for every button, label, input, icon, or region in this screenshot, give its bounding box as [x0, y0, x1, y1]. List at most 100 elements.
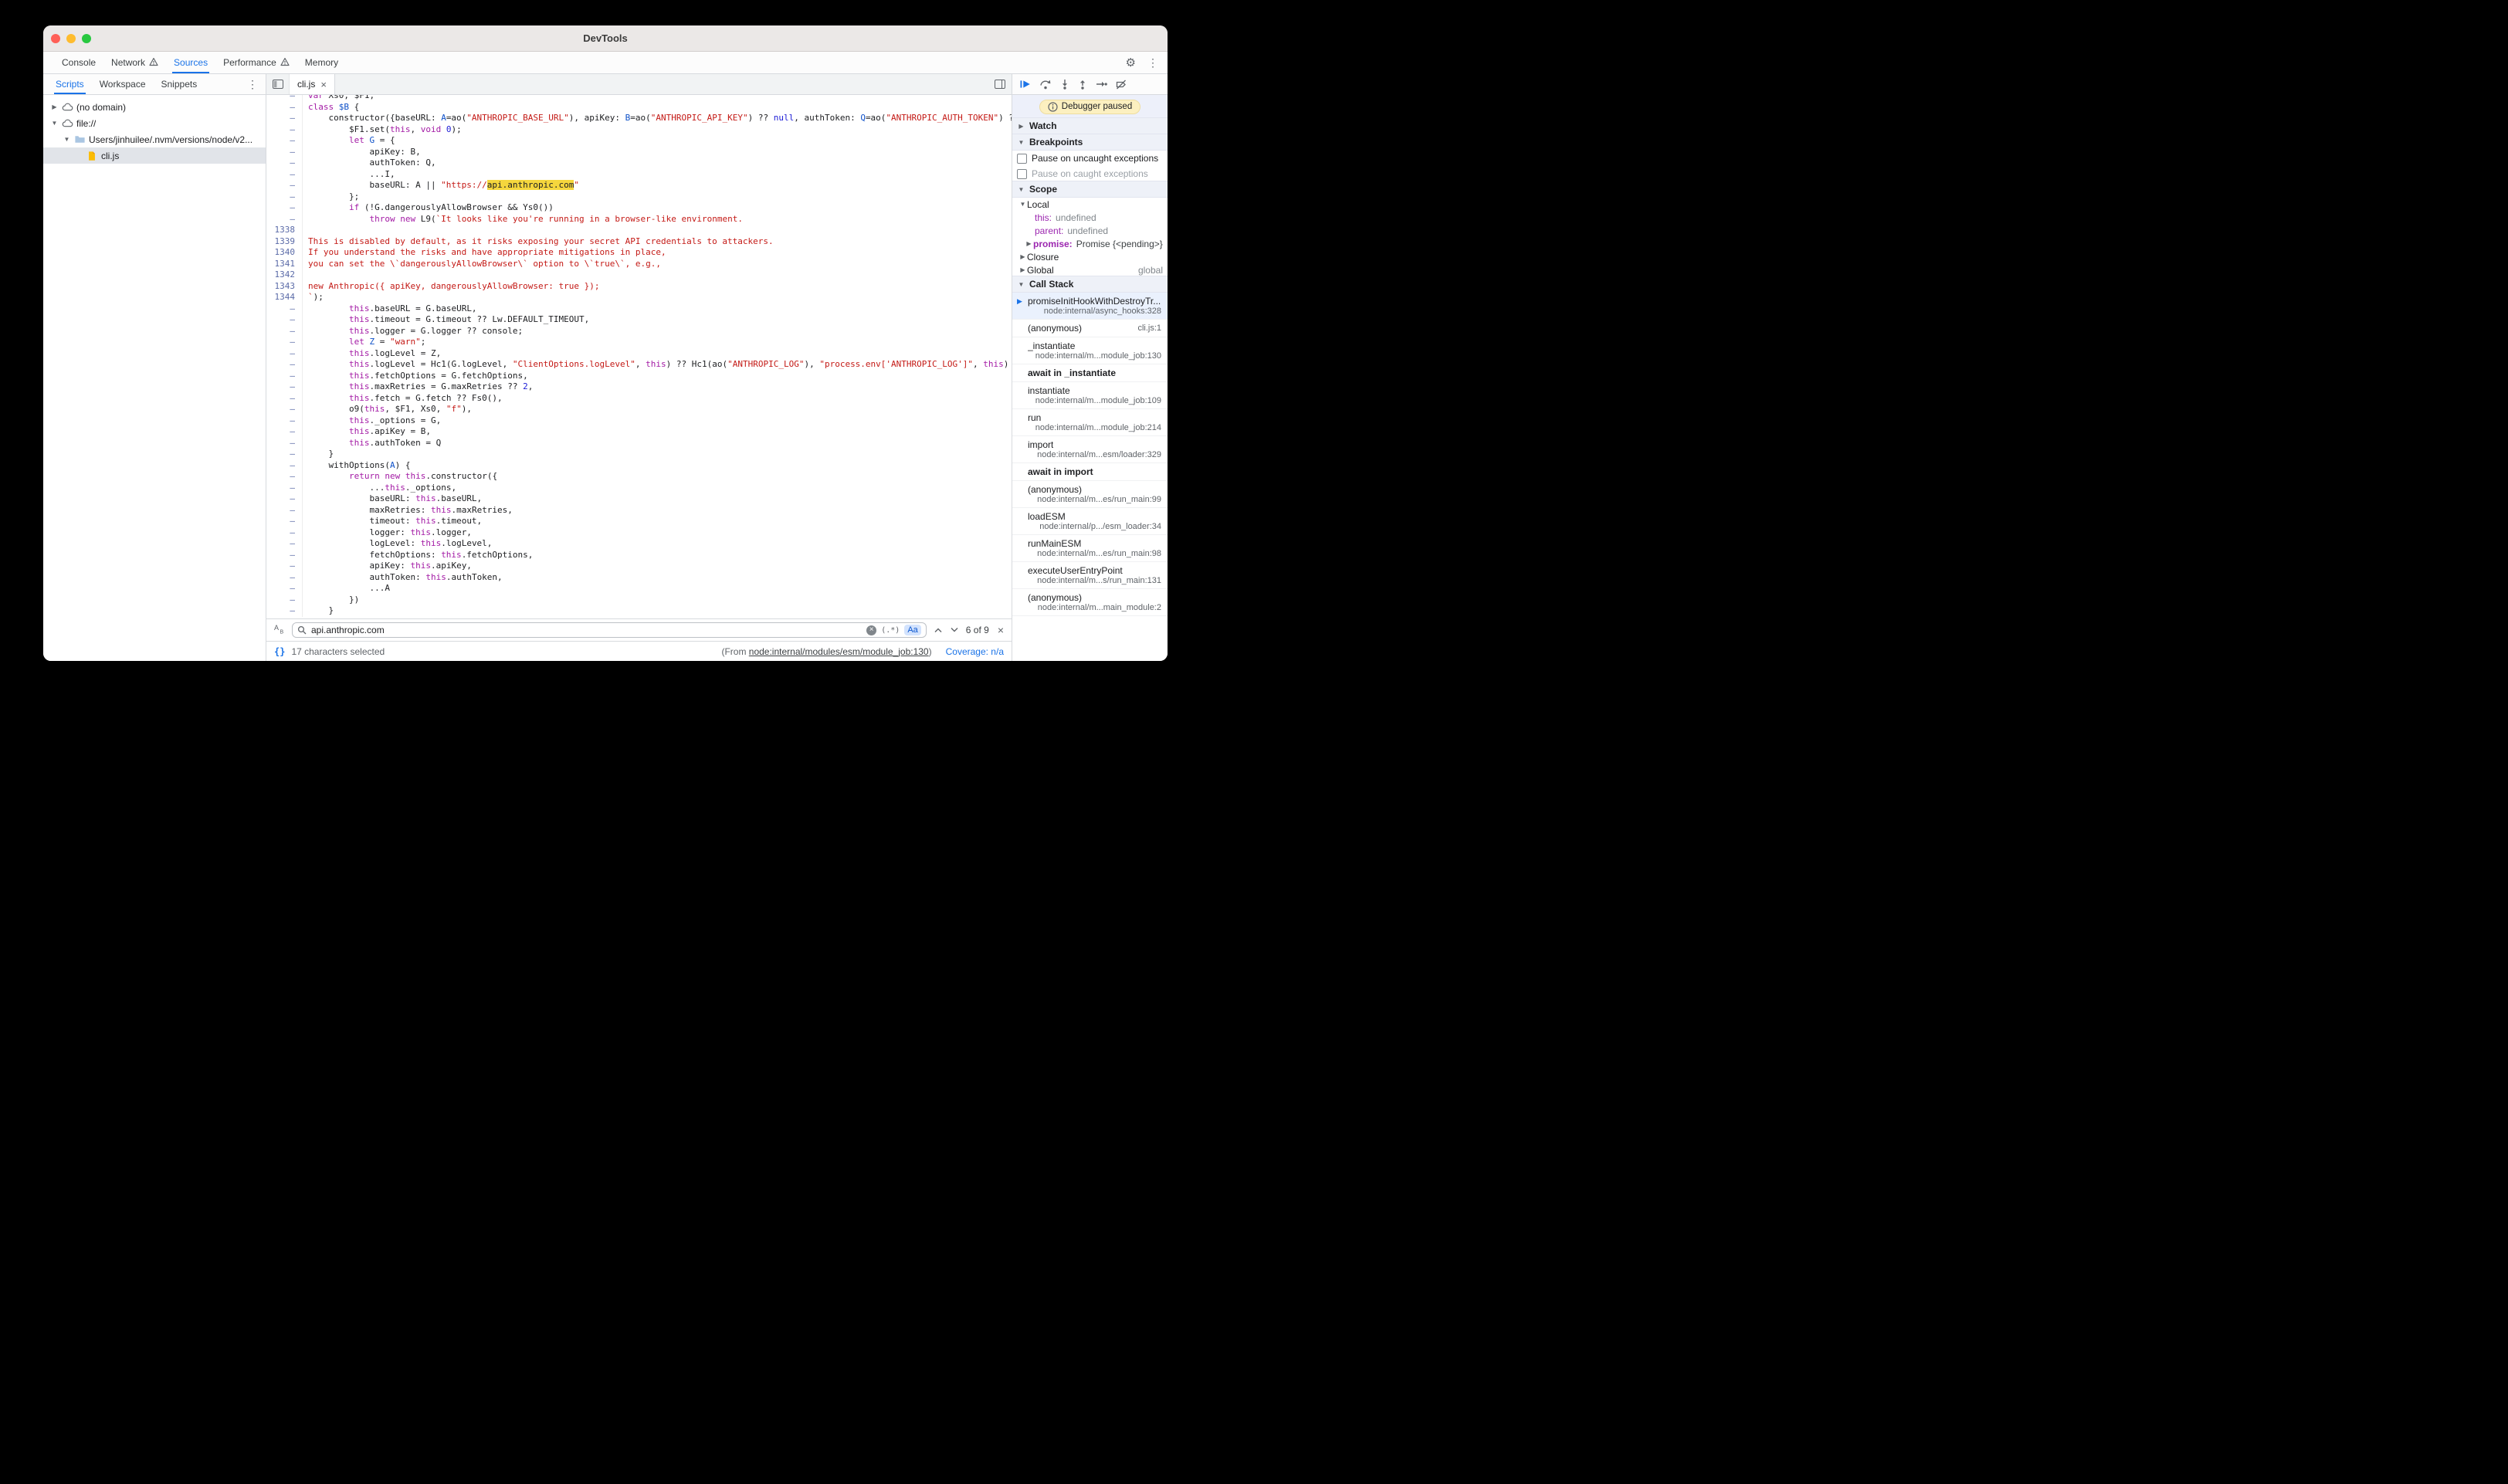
line-gutter[interactable]: – — [266, 449, 303, 460]
line-gutter[interactable]: – — [266, 202, 303, 214]
search-query-text[interactable]: api.anthropic.com — [311, 625, 862, 635]
code-line[interactable]: – authToken: Q, — [266, 158, 1012, 169]
call-stack-frame[interactable]: import node:internal/m...esm/loader:329 — [1012, 436, 1168, 463]
step-button[interactable] — [1096, 80, 1107, 89]
coverage-link[interactable]: Coverage: n/a — [946, 646, 1004, 657]
line-gutter[interactable]: – — [266, 404, 303, 415]
call-stack-frame[interactable]: (anonymous) node:internal/m...es/run_mai… — [1012, 481, 1168, 508]
code-line[interactable]: – this.authToken = Q — [266, 438, 1012, 449]
letter-case-icon[interactable]: AB — [274, 624, 285, 636]
code-line[interactable]: – baseURL: A || "https://api.anthropic.c… — [266, 180, 1012, 191]
call-stack-frame[interactable]: ▶ promiseInitHookWithDestroyTr... node:i… — [1012, 293, 1168, 320]
line-gutter[interactable]: – — [266, 169, 303, 181]
line-gutter[interactable]: – — [266, 583, 303, 595]
call-stack-frame[interactable]: loadESM node:internal/p.../esm_loader:34 — [1012, 508, 1168, 535]
line-gutter[interactable]: – — [266, 561, 303, 572]
line-gutter[interactable]: – — [266, 493, 303, 505]
tree-item-cli-js[interactable]: cli.js — [43, 147, 266, 164]
watch-section-header[interactable]: ▶ Watch — [1012, 117, 1168, 134]
tab-sources[interactable]: Sources — [166, 52, 215, 73]
code-line[interactable]: – this.baseURL = G.baseURL, — [266, 303, 1012, 315]
line-gutter[interactable]: – — [266, 314, 303, 326]
regex-toggle-button[interactable]: (.*) — [881, 626, 900, 635]
call-stack-section-header[interactable]: ▼ Call Stack — [1012, 276, 1168, 293]
tab-snippets[interactable]: Snippets — [154, 74, 205, 94]
code-line[interactable]: – baseURL: this.baseURL, — [266, 493, 1012, 505]
tree-item-file-protocol[interactable]: ▼ file:// — [43, 115, 266, 131]
code-line[interactable]: – logger: this.logger, — [266, 527, 1012, 539]
call-stack-frame[interactable]: executeUserEntryPoint node:internal/m...… — [1012, 562, 1168, 589]
line-gutter[interactable]: – — [266, 595, 303, 606]
title-bar[interactable]: DevTools — [43, 25, 1168, 52]
code-line[interactable]: 1339This is disabled by default, as it r… — [266, 236, 1012, 248]
code-line[interactable]: – this.logLevel = Hc1(G.logLevel, "Clien… — [266, 359, 1012, 371]
code-line[interactable]: – fetchOptions: this.fetchOptions, — [266, 550, 1012, 561]
line-gutter[interactable]: – — [266, 95, 303, 102]
line-gutter[interactable]: – — [266, 337, 303, 348]
expander-expanded-icon[interactable]: ▼ — [49, 120, 59, 127]
frame-location-link[interactable]: node:internal/m...module_job:109 — [1029, 396, 1161, 405]
line-gutter[interactable]: 1344 — [266, 292, 303, 303]
expander-collapsed-icon[interactable]: ▶ — [1018, 253, 1027, 260]
code-line[interactable]: –class $B { — [266, 102, 1012, 114]
code-line[interactable]: 1343new Anthropic({ apiKey, dangerouslyA… — [266, 281, 1012, 293]
step-out-button[interactable] — [1078, 79, 1087, 90]
line-gutter[interactable]: – — [266, 438, 303, 449]
line-gutter[interactable]: 1338 — [266, 225, 303, 236]
search-input[interactable]: api.anthropic.com × (.*) Aa — [292, 622, 927, 638]
code-line[interactable]: 1342 — [266, 269, 1012, 281]
tab-console[interactable]: Console — [54, 52, 103, 73]
expander-expanded-icon[interactable]: ▼ — [1018, 201, 1027, 208]
code-line[interactable]: – constructor({baseURL: A=ao("ANTHROPIC_… — [266, 113, 1012, 124]
code-line[interactable]: – this.logger = G.logger ?? console; — [266, 326, 1012, 337]
tree-item-no-domain[interactable]: ▶ (no domain) — [43, 99, 266, 115]
line-gutter[interactable]: 1343 — [266, 281, 303, 293]
expander-expanded-icon[interactable]: ▼ — [1017, 186, 1025, 193]
line-gutter[interactable]: – — [266, 348, 303, 360]
tab-performance[interactable]: Performance — [215, 52, 297, 73]
call-stack-frame[interactable]: (anonymous) cli.js:1 — [1012, 320, 1168, 337]
code-line[interactable]: – this.fetchOptions = G.fetchOptions, — [266, 371, 1012, 382]
call-stack-frame[interactable]: run node:internal/m...module_job:214 — [1012, 409, 1168, 436]
tree-item-node-folder[interactable]: ▼ Users/jinhuilee/.nvm/versions/node/v2.… — [43, 131, 266, 147]
editor-tab-cli-js[interactable]: cli.js × — [290, 74, 335, 94]
line-gutter[interactable]: – — [266, 214, 303, 225]
toggle-navigator-icon[interactable] — [266, 74, 290, 94]
frame-location-link[interactable]: node:internal/async_hooks:328 — [1038, 307, 1161, 316]
tab-memory[interactable]: Memory — [297, 52, 346, 73]
pretty-print-icon[interactable]: {} — [274, 646, 285, 657]
code-line[interactable]: – }) — [266, 595, 1012, 606]
frame-location-link[interactable]: node:internal/m...es/run_main:99 — [1031, 495, 1161, 504]
call-stack-frame[interactable]: instantiate node:internal/m...module_job… — [1012, 382, 1168, 409]
scope-group-local[interactable]: ▼ Local — [1012, 198, 1168, 211]
line-gutter[interactable]: – — [266, 516, 303, 527]
scope-variable-parent[interactable]: parent: undefined — [1012, 224, 1168, 237]
toggle-debugger-panel-icon[interactable] — [988, 74, 1012, 94]
line-gutter[interactable]: – — [266, 180, 303, 191]
scope-variable-promise[interactable]: ▶ promise: Promise {<pending>} — [1012, 237, 1168, 250]
settings-gear-icon[interactable]: ⚙ — [1126, 56, 1136, 69]
code-line[interactable]: – ...this._options, — [266, 483, 1012, 494]
code-line[interactable]: – this.timeout = G.timeout ?? Lw.DEFAULT… — [266, 314, 1012, 326]
expander-collapsed-icon[interactable]: ▶ — [49, 103, 59, 110]
line-gutter[interactable]: – — [266, 572, 303, 584]
code-editor[interactable]: –var Xs0, $F1,–class $B {– constructor({… — [266, 95, 1012, 618]
more-options-kebab-icon[interactable]: ⋮ — [1147, 56, 1158, 69]
code-line[interactable]: – } — [266, 605, 1012, 617]
line-gutter[interactable]: 1340 — [266, 247, 303, 259]
next-result-button[interactable] — [950, 627, 959, 633]
tab-workspace[interactable]: Workspace — [92, 74, 154, 94]
code-line[interactable]: 1340If you understand the risks and have… — [266, 247, 1012, 259]
frame-location-link[interactable]: node:internal/m...module_job:214 — [1029, 423, 1161, 432]
line-gutter[interactable]: – — [266, 113, 303, 124]
frame-location-link[interactable]: node:internal/m...s/run_main:131 — [1031, 576, 1161, 585]
code-line[interactable]: 1344`); — [266, 292, 1012, 303]
call-stack-frame[interactable]: _instantiate node:internal/m...module_jo… — [1012, 337, 1168, 364]
previous-result-button[interactable] — [934, 627, 943, 633]
line-gutter[interactable]: – — [266, 605, 303, 617]
code-line[interactable]: – authToken: this.authToken, — [266, 572, 1012, 584]
code-line[interactable]: 1341you can set the \`dangerouslyAllowBr… — [266, 259, 1012, 270]
expander-expanded-icon[interactable]: ▼ — [62, 136, 72, 143]
match-case-toggle-button[interactable]: Aa — [904, 625, 920, 635]
code-line[interactable]: – return new this.constructor({ — [266, 471, 1012, 483]
